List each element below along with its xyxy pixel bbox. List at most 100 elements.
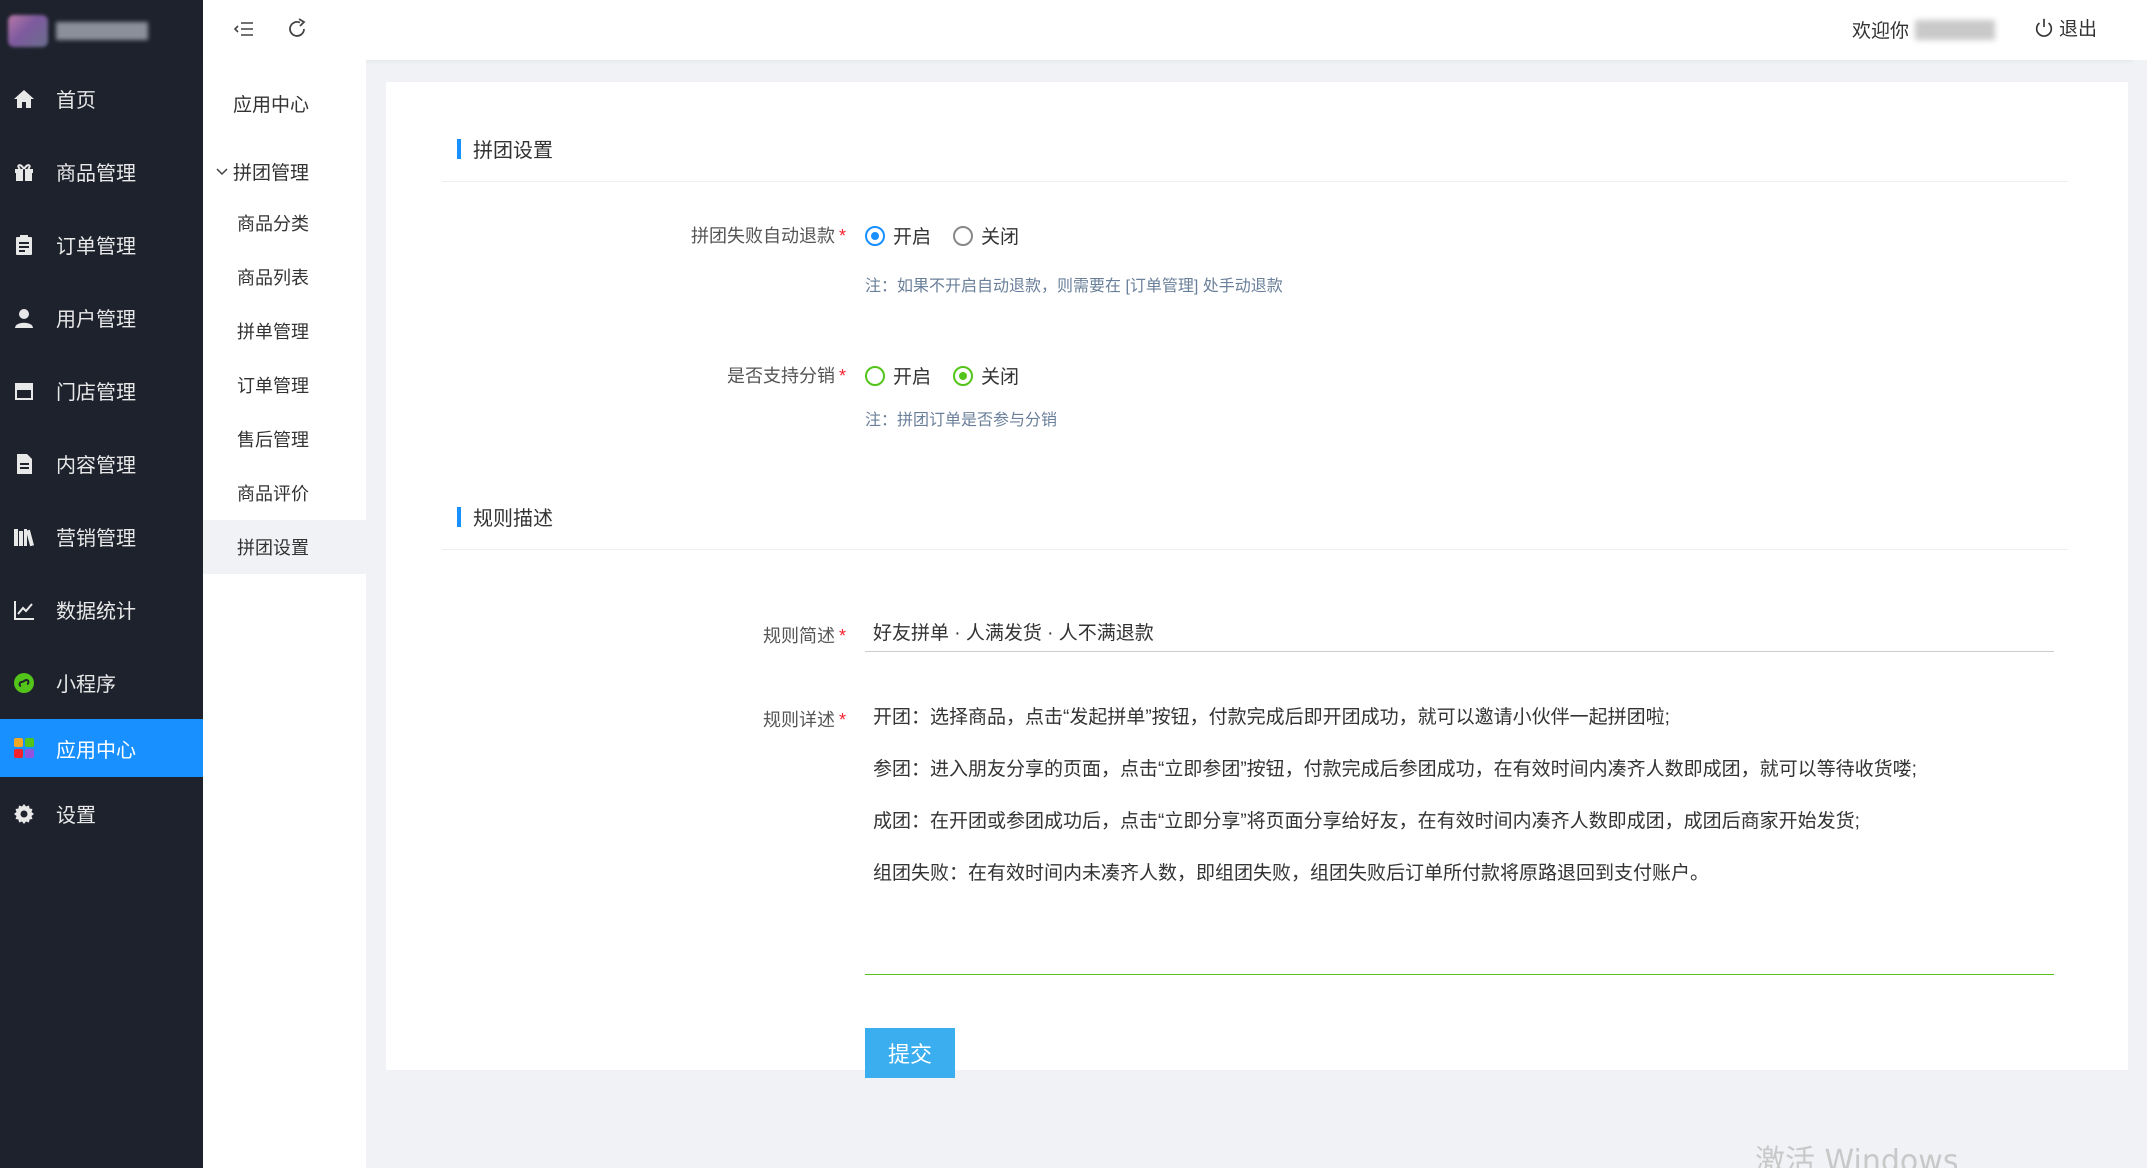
radio-checked-icon xyxy=(865,225,885,246)
radio-label: 关闭 xyxy=(981,227,1020,248)
summary-input[interactable] xyxy=(865,612,2054,652)
refund-radio-group: 开启 关闭 xyxy=(865,222,1041,249)
required-mark: * xyxy=(838,710,846,730)
distribution-radio-on[interactable]: 开启 xyxy=(865,362,931,389)
distribution-radio-off[interactable]: 关闭 xyxy=(953,362,1019,389)
subnav-item-product-list[interactable]: 商品列表 xyxy=(203,250,366,304)
summary-label: 规则简述 * xyxy=(763,622,846,648)
logo-text-blurred xyxy=(56,22,148,40)
sidebar-item-label: 小程序 xyxy=(56,674,116,696)
detail-label-text: 规则详述 xyxy=(762,710,835,730)
radio-label: 关闭 xyxy=(981,367,1020,388)
subnav-item-reviews[interactable]: 商品评价 xyxy=(203,466,366,520)
mini-program-icon xyxy=(12,671,36,695)
sidebar-item-statistics[interactable]: 数据统计 xyxy=(0,573,203,646)
required-mark: * xyxy=(838,226,846,246)
sidebar-item-products[interactable]: 商品管理 xyxy=(0,135,203,208)
radio-unchecked-icon xyxy=(953,225,974,246)
detail-line: 成团：在开团或参团成功后，点击“立即分享”将页面分享给好友，在有效时间内凑齐人数… xyxy=(873,811,1860,832)
subnav-item-orders[interactable]: 订单管理 xyxy=(203,358,366,412)
sidebar-item-mini-program[interactable]: 小程序 xyxy=(0,646,203,719)
user-icon xyxy=(12,306,36,330)
apps-icon xyxy=(12,736,36,760)
detail-label: 规则详述 * xyxy=(763,706,846,732)
refund-radio-off[interactable]: 关闭 xyxy=(953,222,1019,249)
document-icon xyxy=(12,452,36,476)
gear-icon xyxy=(12,802,36,826)
detail-line: 开团：选择商品，点击“发起拼单”按钮，付款完成后即开团成功，就可以邀请小伙伴一起… xyxy=(873,707,1670,728)
sidebar-item-label: 应用中心 xyxy=(56,739,136,762)
required-mark: * xyxy=(838,626,846,646)
subnav-title: 应用中心 xyxy=(233,95,310,116)
sidebar-item-label: 订单管理 xyxy=(56,236,136,258)
logo-mark xyxy=(8,15,48,47)
logout-label: 退出 xyxy=(2059,19,2098,40)
divider xyxy=(442,549,2068,550)
welcome-label: 欢迎你 xyxy=(1852,21,1910,42)
detail-line: 参团：进入朋友分享的页面，点击“立即参团”按钮，付款完成后参团成功，在有效时间内… xyxy=(873,759,1917,780)
sidebar-item-marketing[interactable]: 营销管理 xyxy=(0,500,203,573)
refresh-icon[interactable] xyxy=(283,15,311,43)
section-title-rules: 规则描述 xyxy=(457,502,553,531)
refund-note: 注：如果不开启自动退款，则需要在 [订单管理] 处手动退款 xyxy=(865,278,1283,295)
subnav-item-after-sales[interactable]: 售后管理 xyxy=(203,412,366,466)
sidebar-item-label: 首页 xyxy=(56,90,96,112)
power-icon xyxy=(2035,18,2053,37)
sidebar-item-label: 设置 xyxy=(56,805,96,827)
logo xyxy=(0,0,203,62)
sidebar-item-app-center[interactable]: 应用中心 xyxy=(0,719,203,777)
collapse-menu-icon[interactable] xyxy=(230,15,258,43)
logout-button[interactable]: 退出 xyxy=(2033,14,2097,41)
chevron-down-icon xyxy=(216,167,228,175)
radio-label: 开启 xyxy=(893,367,932,388)
clipboard-icon xyxy=(12,233,36,257)
distribution-label: 是否支持分销 * xyxy=(727,362,846,388)
main-sidebar: 首页 商品管理 订单管理 用户管理 门店管理 内容管理 营销管理 数据统计 小程… xyxy=(0,0,203,1168)
subnav-item-group-orders[interactable]: 拼单管理 xyxy=(203,304,366,358)
welcome-text: 欢迎你 xyxy=(1852,16,1996,43)
top-header: 欢迎你 退出 xyxy=(203,0,2147,60)
gift-icon xyxy=(12,160,36,184)
sidebar-item-label: 数据统计 xyxy=(56,601,136,623)
section-title-group-settings: 拼团设置 xyxy=(457,134,553,163)
line-chart-icon xyxy=(12,598,36,622)
sidebar-item-content[interactable]: 内容管理 xyxy=(0,427,203,500)
sidebar-item-label: 门店管理 xyxy=(56,382,136,404)
username-blurred xyxy=(1915,19,1996,40)
refund-radio-on[interactable]: 开启 xyxy=(865,222,931,249)
sidebar-item-settings[interactable]: 设置 xyxy=(0,777,203,850)
store-icon xyxy=(12,379,36,403)
sidebar-item-label: 营销管理 xyxy=(56,528,136,550)
subnav-group-toggle[interactable]: 拼团管理 xyxy=(215,158,309,185)
sidebar-item-label: 用户管理 xyxy=(56,309,136,331)
books-icon xyxy=(12,525,36,549)
radio-checked-icon xyxy=(953,365,974,386)
refund-label-text: 拼团失败自动退款 xyxy=(690,226,835,246)
scrollbar-track[interactable] xyxy=(2133,60,2147,1168)
distribution-note: 注：拼团订单是否参与分销 xyxy=(865,412,1058,429)
subnav-group-label: 拼团管理 xyxy=(233,163,310,184)
divider xyxy=(442,181,2068,182)
sidebar-item-stores[interactable]: 门店管理 xyxy=(0,354,203,427)
sidebar-nav: 首页 商品管理 订单管理 用户管理 门店管理 内容管理 营销管理 数据统计 小程… xyxy=(0,62,203,850)
sidebar-item-label: 内容管理 xyxy=(56,455,136,477)
home-icon xyxy=(12,87,36,111)
sidebar-item-orders[interactable]: 订单管理 xyxy=(0,208,203,281)
sidebar-item-label: 商品管理 xyxy=(56,163,136,185)
summary-label-text: 规则简述 xyxy=(762,626,835,646)
required-mark: * xyxy=(838,366,846,386)
distribution-label-text: 是否支持分销 xyxy=(726,366,835,386)
settings-card: 拼团设置 拼团失败自动退款 * 开启 关闭 注：如果不开启自动退款，则需要在 [订… xyxy=(386,82,2128,1078)
sidebar-item-users[interactable]: 用户管理 xyxy=(0,281,203,354)
sidebar-item-home[interactable]: 首页 xyxy=(0,62,203,135)
windows-activation-watermark: 激活 Windows xyxy=(1755,1144,1959,1168)
radio-unchecked-icon xyxy=(865,365,885,386)
distribution-radio-group: 开启 关闭 xyxy=(865,362,1041,389)
radio-label: 开启 xyxy=(893,227,932,248)
subnav-item-category[interactable]: 商品分类 xyxy=(203,196,366,250)
detail-line: 组团失败：在有效时间内未凑齐人数，即组团失败，组团失败后订单所付款将原路退回到支… xyxy=(873,863,1710,884)
secondary-sidebar: 应用中心 拼团管理 商品分类 商品列表 拼单管理 订单管理 售后管理 商品评价 … xyxy=(203,60,366,1168)
subnav-item-group-settings[interactable]: 拼团设置 xyxy=(203,520,366,574)
refund-label: 拼团失败自动退款 * xyxy=(691,222,846,248)
submit-button[interactable]: 提交 xyxy=(865,1028,955,1078)
